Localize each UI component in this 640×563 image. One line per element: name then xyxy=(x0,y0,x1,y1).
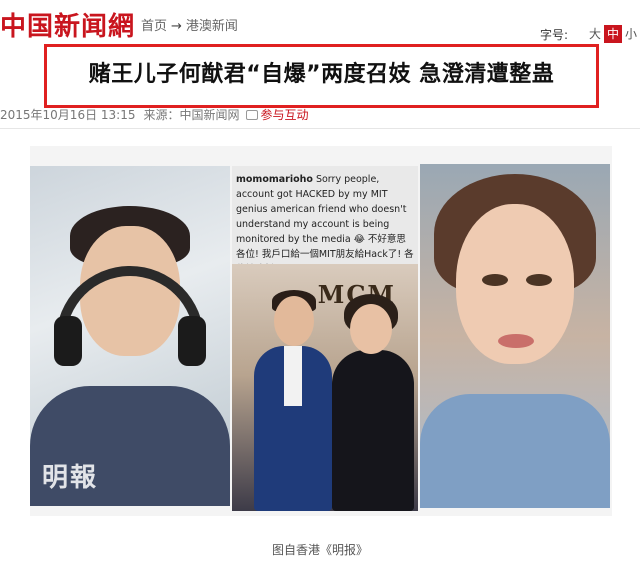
breadcrumb: 首页 → 港澳新闻 xyxy=(141,15,238,34)
font-size-switcher: 字号: 大 中 小 xyxy=(540,25,640,43)
article-photo-collage: 明報 momomarioho Sorry people, account got… xyxy=(30,146,612,516)
headphone-cup-right xyxy=(178,316,206,366)
comment-link[interactable]: 参与互动 xyxy=(245,106,309,123)
eye-right xyxy=(526,274,552,286)
image-credit: 图自香港《明报》 xyxy=(271,543,368,557)
article-headline: 赌王儿子何猷君“自爆”两度召妓 急澄清遭整蛊 xyxy=(88,62,555,87)
comment-link-label: 参与互动 xyxy=(260,108,309,122)
divider xyxy=(0,128,640,129)
article-meta: 2015年10月16日 13:15 来源：中国新闻网 参与互动 xyxy=(0,106,309,123)
eye-left xyxy=(482,274,508,286)
face-shape xyxy=(274,296,314,346)
photo-instagram-post: momomarioho Sorry people, account got HA… xyxy=(232,166,418,511)
shirt-shape xyxy=(284,346,302,406)
black-dress-shape xyxy=(332,350,414,511)
headline-highlight-box: 赌王儿子何猷君“自爆”两度召妓 急澄清遭整蛊 xyxy=(44,44,599,108)
event-photo: MCM xyxy=(232,264,418,511)
denim-shirt-shape xyxy=(420,394,610,508)
font-size-large-button[interactable]: 大 xyxy=(586,25,604,43)
breadcrumb-section-link[interactable]: 港澳新闻 xyxy=(186,15,238,34)
breadcrumb-home-link[interactable]: 首页 xyxy=(141,15,167,34)
newspaper-watermark: 明報 xyxy=(42,463,99,493)
top-bar: 中国新闻網 首页 → 港澳新闻 字号: 大 中 小 xyxy=(0,0,640,44)
photo-man-headphones: 明報 xyxy=(30,166,230,506)
breadcrumb-separator: → xyxy=(171,19,182,34)
article-source: 来源：中国新闻网 xyxy=(143,108,240,122)
font-size-medium-button[interactable]: 中 xyxy=(604,25,622,43)
instagram-username: momomarioho xyxy=(236,174,313,185)
lips-shape xyxy=(498,334,534,348)
font-size-small-button[interactable]: 小 xyxy=(622,25,640,43)
site-logo[interactable]: 中国新闻網 xyxy=(0,6,135,43)
photo-woman-portrait xyxy=(420,164,610,508)
comment-icon xyxy=(245,109,258,120)
instagram-caption-text: Sorry people, account got HACKED by my M… xyxy=(236,174,414,275)
publish-date: 2015年10月16日 13:15 xyxy=(0,108,136,122)
headphone-cup-left xyxy=(54,316,82,366)
instagram-caption: momomarioho Sorry people, account got HA… xyxy=(236,172,414,277)
face-shape xyxy=(350,304,392,354)
font-size-label: 字号: xyxy=(539,27,568,42)
